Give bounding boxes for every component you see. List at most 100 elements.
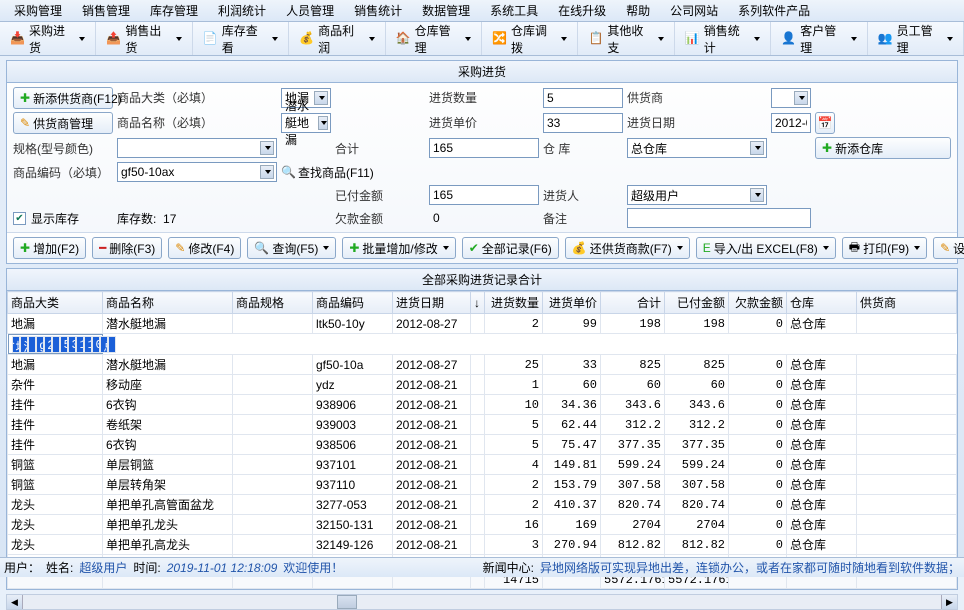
tb-商品利润[interactable]: 💰商品利润 — [289, 22, 385, 55]
find-icon: 🔍 — [254, 241, 269, 255]
status-user-label: 用户： — [4, 559, 40, 576]
col-12[interactable]: 供货商 — [857, 292, 957, 314]
menu-系统工具[interactable]: 系统工具 — [480, 0, 548, 21]
spec-select[interactable] — [117, 138, 277, 158]
table-row[interactable]: 龙头单把单孔高管面盆龙3277-0532012-08-212410.37820.… — [8, 495, 957, 515]
scroll-left-icon[interactable]: ◀ — [7, 595, 23, 609]
add-button[interactable]: ✚增加(F2) — [13, 237, 86, 259]
scroll-right-icon[interactable]: ▶ — [941, 595, 957, 609]
col-4[interactable]: 进货日期 — [393, 292, 471, 314]
menu-公司网站[interactable]: 公司网站 — [660, 0, 728, 21]
price-input[interactable] — [543, 113, 623, 133]
purchase-form: 商品大类（必填） 地漏 进货数量 供货商 ✚新添供货商(F12) ✎供货商管理 … — [7, 83, 957, 232]
table-row[interactable]: 龙头单把单孔龙头32150-1312012-08-211616927042704… — [8, 515, 957, 535]
pay-button[interactable]: 💰还供货商款(F7) — [565, 237, 690, 259]
col-7[interactable]: 进货单价 — [543, 292, 601, 314]
print-button[interactable]: 🖶打印(F9) — [842, 237, 927, 259]
find-button[interactable]: 🔍查询(F5) — [247, 237, 336, 259]
date-input[interactable] — [771, 113, 811, 133]
menu-数据管理[interactable]: 数据管理 — [412, 0, 480, 21]
库存查看-icon: 📄 — [203, 31, 218, 47]
new-warehouse-button[interactable]: ✚新添仓库 — [815, 137, 951, 159]
supplier-label: 供货商 — [627, 89, 767, 106]
table-row[interactable]: 挂件6衣钩9389062012-08-211034.36343.6343.60总… — [8, 395, 957, 415]
table-row[interactable]: 龙头单把单孔高龙头32149-1262012-08-213270.94812.8… — [8, 535, 957, 555]
table-row[interactable]: 地漏潜水艇地漏ltk50-10y2012-08-272991981980总仓库 — [8, 314, 957, 334]
chevron-down-icon — [272, 37, 278, 41]
tb-仓库管理[interactable]: 🏠仓库管理 — [386, 22, 482, 55]
col-10[interactable]: 欠款金额 — [729, 292, 787, 314]
spec-label: 规格(型号颜色) — [13, 140, 113, 157]
tb-其他收支[interactable]: 📋其他收支 — [578, 22, 674, 55]
menu-在线升级[interactable]: 在线升级 — [548, 0, 616, 21]
code-label: 商品编码（必填） — [13, 164, 113, 181]
menu-采购管理[interactable]: 采购管理 — [4, 0, 72, 21]
print-icon: 🖶 — [849, 238, 860, 259]
del-button[interactable]: ━删除(F3) — [92, 237, 162, 259]
table-row[interactable]: 铜篮单层转角架9371102012-08-212153.79307.58307.… — [8, 475, 957, 495]
col-3[interactable]: 商品编码 — [313, 292, 393, 314]
new-supplier-button[interactable]: ✚新添供货商(F12) — [13, 87, 113, 109]
all-button[interactable]: ✔全部记录(F6) — [462, 237, 559, 259]
status-news-label: 新闻中心: — [483, 559, 534, 576]
table-row[interactable]: 地漏潜水艇地漏gf50-10a2012-08-2725338258250总仓库 — [8, 355, 957, 375]
edit-button[interactable]: ✎修改(F4) — [168, 237, 241, 259]
date-picker-button[interactable]: 📅 — [815, 112, 835, 134]
menu-销售管理[interactable]: 销售管理 — [72, 0, 140, 21]
menu-利润统计[interactable]: 利润统计 — [208, 0, 276, 21]
status-name-label: 姓名: — [46, 559, 73, 576]
h-scrollbar[interactable]: ◀ ▶ — [6, 594, 958, 610]
status-name: 超级用户 — [79, 559, 127, 576]
col-5[interactable]: ↓ — [471, 292, 485, 314]
table-row[interactable]: 挂件卷纸架9390032012-08-21562.44312.2312.20总仓… — [8, 415, 957, 435]
tb-仓库调拨[interactable]: 🔀仓库调拨 — [482, 22, 578, 55]
tb-销售出货[interactable]: 📤销售出货 — [96, 22, 192, 55]
tb-客户管理[interactable]: 👤客户管理 — [771, 22, 867, 55]
col-9[interactable]: 已付金额 — [665, 292, 729, 314]
remark-label: 备注 — [543, 210, 623, 227]
stock-label: 库存数: — [117, 212, 156, 226]
design-button[interactable]: ✎设计报表(F10) — [933, 237, 964, 259]
supplier-select[interactable] — [771, 88, 811, 108]
remark-input[interactable] — [627, 208, 811, 228]
tb-库存查看[interactable]: 📄库存查看 — [193, 22, 289, 55]
owe-value: 0 — [429, 211, 440, 225]
col-0[interactable]: 商品大类 — [8, 292, 103, 314]
menu-系列软件产品[interactable]: 系列软件产品 — [728, 0, 820, 21]
paid-input[interactable] — [429, 185, 539, 205]
tb-员工管理[interactable]: 👥员工管理 — [868, 22, 964, 55]
chevron-down-icon — [658, 37, 664, 41]
total-input[interactable] — [429, 138, 539, 158]
tb-销售统计[interactable]: 📊销售统计 — [675, 22, 771, 55]
code-select[interactable]: gf50-10ax — [117, 162, 277, 182]
show-stock-checkbox[interactable]: ✔ — [13, 212, 26, 225]
table-row[interactable]: 挂件6衣钩9385062012-08-21575.47377.35377.350… — [8, 435, 957, 455]
name-select[interactable]: 潜水艇地漏 — [281, 113, 331, 133]
tb-采购进货[interactable]: 📥采购进货 — [0, 22, 96, 55]
col-2[interactable]: 商品规格 — [233, 292, 313, 314]
find-product-button[interactable]: 🔍查找商品(F11) — [281, 164, 425, 181]
qty-input[interactable] — [543, 88, 623, 108]
operator-select[interactable]: 超级用户 — [627, 185, 767, 205]
records-panel: 全部采购进货记录合计 商品大类商品名称商品规格商品编码进货日期↓进货数量进货单价… — [6, 268, 958, 590]
员工管理-icon: 👥 — [878, 31, 893, 47]
table-row[interactable]: 铜篮单层铜篮9371012012-08-214149.81599.24599.2… — [8, 455, 957, 475]
col-11[interactable]: 仓库 — [787, 292, 857, 314]
batch-button[interactable]: ✚批量增加/修改 — [342, 237, 455, 259]
warehouse-select[interactable]: 总仓库 — [627, 138, 767, 158]
table-row[interactable]: 地漏潜水艇地漏gf50-10ax2012-08-275331651650总仓库 — [8, 334, 103, 354]
table-row[interactable]: 杂件移动座ydz2012-08-2116060600总仓库 — [8, 375, 957, 395]
supplier-mgr-button[interactable]: ✎供货商管理 — [13, 112, 113, 134]
chevron-down-icon — [914, 246, 920, 250]
menu-库存管理[interactable]: 库存管理 — [140, 0, 208, 21]
col-6[interactable]: 进货数量 — [485, 292, 543, 314]
menu-销售统计[interactable]: 销售统计 — [344, 0, 412, 21]
excel-button[interactable]: E导入/出 EXCEL(F8) — [696, 237, 836, 259]
main-toolbar: 📥采购进货📤销售出货📄库存查看💰商品利润🏠仓库管理🔀仓库调拨📋其他收支📊销售统计… — [0, 22, 964, 56]
menu-人员管理[interactable]: 人员管理 — [276, 0, 344, 21]
col-1[interactable]: 商品名称 — [103, 292, 233, 314]
price-label: 进货单价 — [429, 114, 539, 131]
menu-帮助[interactable]: 帮助 — [616, 0, 660, 21]
col-8[interactable]: 合计 — [601, 292, 665, 314]
scroll-thumb[interactable] — [337, 595, 357, 609]
